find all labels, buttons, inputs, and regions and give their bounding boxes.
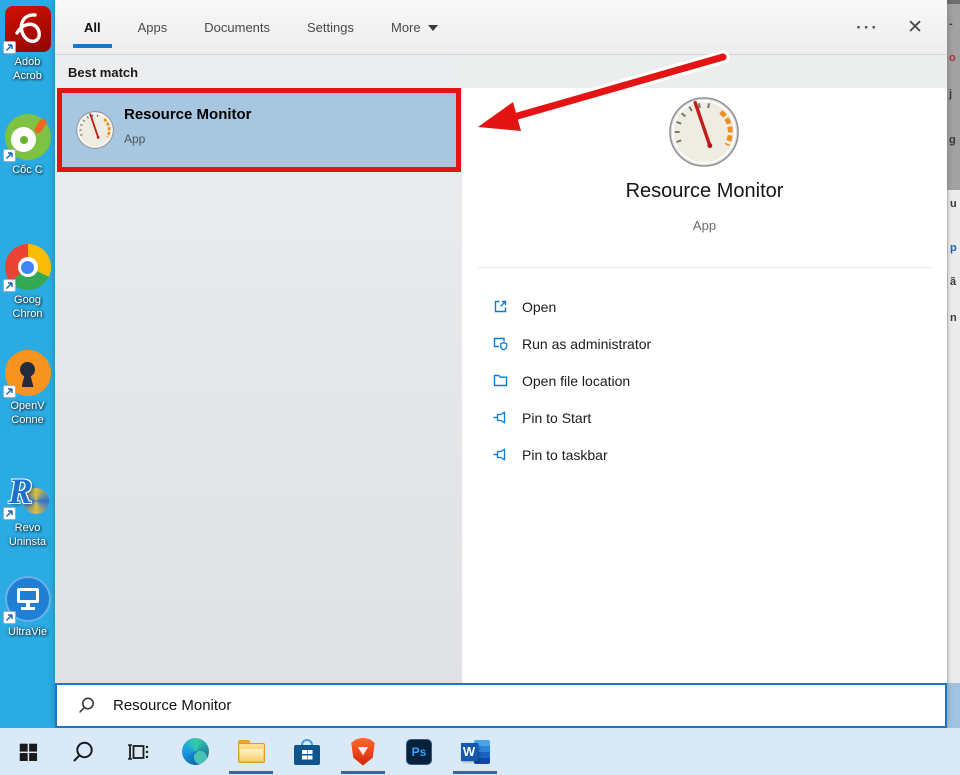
results-list: Best match Resource Monitor App bbox=[55, 55, 462, 683]
tab-all[interactable]: All bbox=[73, 14, 112, 48]
photoshop-icon: Ps bbox=[406, 738, 432, 765]
taskbar: Ps W bbox=[0, 728, 960, 775]
taskbar-item-file-explorer[interactable] bbox=[227, 728, 275, 775]
shortcut-arrow-icon bbox=[2, 279, 16, 292]
desktop-icon-coc-coc[interactable]: Cốc C bbox=[0, 114, 55, 177]
taskbar-item-microsoft-store[interactable] bbox=[283, 728, 331, 775]
desktop-icon-ultraviewer[interactable]: UltraVie bbox=[0, 576, 55, 639]
tab-more[interactable]: More bbox=[389, 14, 440, 41]
desktop-label: Revo bbox=[14, 522, 41, 534]
shortcut-arrow-icon bbox=[2, 41, 16, 54]
desktop-icon-google-chrome[interactable]: Goog Chron bbox=[0, 244, 55, 321]
background-window-strip: - o j g u p ã n bbox=[947, 0, 960, 775]
windows-logo-icon bbox=[19, 743, 37, 761]
search-input[interactable] bbox=[113, 697, 813, 714]
desktop-label: UltraVie bbox=[8, 626, 47, 638]
desktop-label: Adob bbox=[14, 56, 41, 68]
preview-title: Resource Monitor bbox=[625, 180, 784, 202]
desktop-label: Conne bbox=[11, 414, 44, 426]
task-view-button[interactable] bbox=[114, 728, 162, 775]
edge-icon bbox=[181, 738, 209, 765]
search-box[interactable] bbox=[55, 683, 947, 728]
divider bbox=[478, 267, 931, 268]
tab-apps[interactable]: Apps bbox=[136, 14, 170, 41]
close-button[interactable]: ✕ bbox=[907, 16, 923, 39]
search-icon bbox=[79, 697, 94, 713]
action-open-file-location[interactable]: Open file location bbox=[462, 362, 947, 399]
taskbar-item-word[interactable]: W bbox=[451, 728, 499, 775]
more-options-button[interactable]: ··· bbox=[856, 18, 879, 38]
shortcut-arrow-icon bbox=[2, 385, 16, 398]
best-match-label: Best match bbox=[68, 65, 139, 80]
best-match-subtitle: App bbox=[124, 132, 146, 146]
task-view-icon bbox=[128, 743, 149, 760]
desktop-icon-adobe-acrobat[interactable]: Adob Acrob bbox=[0, 6, 55, 83]
microsoft-store-icon bbox=[294, 738, 320, 765]
search-icon bbox=[73, 741, 93, 761]
open-icon bbox=[494, 300, 507, 313]
file-explorer-icon bbox=[237, 739, 265, 764]
search-flyout-panel: All Apps Documents Settings More ··· ✕ B… bbox=[55, 0, 947, 728]
taskbar-item-photoshop[interactable]: Ps bbox=[395, 728, 443, 775]
chevron-down-icon bbox=[427, 25, 438, 32]
pin-icon bbox=[493, 448, 506, 461]
desktop-icon-openvpn-connect[interactable]: OpenV Conne bbox=[0, 350, 55, 427]
preview-subtitle: App bbox=[692, 218, 717, 233]
desktop-label: Goog bbox=[14, 294, 41, 306]
shortcut-arrow-icon bbox=[2, 149, 16, 162]
taskbar-search-button[interactable] bbox=[59, 728, 107, 775]
resource-monitor-gauge-icon bbox=[667, 95, 741, 169]
desktop-label: Acrob bbox=[13, 70, 42, 82]
shortcut-arrow-icon bbox=[2, 611, 16, 624]
active-tab-underline bbox=[73, 43, 112, 48]
best-match-item[interactable]: Resource Monitor App bbox=[57, 88, 461, 172]
desktop-icon-revo-uninstaller[interactable]: R Revo Uninsta bbox=[0, 471, 55, 549]
best-match-title: Resource Monitor bbox=[124, 106, 252, 123]
action-open[interactable]: Open bbox=[462, 288, 947, 325]
screen: Adob Acrob Cốc C Goog Chron OpenV Conne … bbox=[0, 0, 960, 775]
resource-monitor-gauge-icon bbox=[75, 110, 115, 150]
action-pin-to-start[interactable]: Pin to Start bbox=[462, 399, 947, 436]
brave-icon bbox=[351, 737, 375, 766]
shortcut-arrow-icon bbox=[2, 507, 16, 520]
tab-documents[interactable]: Documents bbox=[202, 14, 272, 41]
taskbar-item-edge[interactable] bbox=[171, 728, 219, 775]
pin-icon bbox=[493, 411, 506, 424]
taskbar-item-brave[interactable] bbox=[339, 728, 387, 775]
preview-pane: Resource Monitor App Open Run as adminis… bbox=[462, 88, 947, 683]
action-pin-to-taskbar[interactable]: Pin to taskbar bbox=[462, 436, 947, 473]
desktop-label: Cốc C bbox=[12, 164, 43, 176]
admin-shield-icon bbox=[493, 337, 508, 351]
start-button[interactable] bbox=[4, 728, 52, 775]
desktop-label: Chron bbox=[12, 308, 43, 320]
desktop-label: Uninsta bbox=[8, 536, 47, 548]
action-run-as-administrator[interactable]: Run as administrator bbox=[462, 325, 947, 362]
word-icon: W bbox=[460, 739, 490, 765]
file-location-icon bbox=[493, 374, 508, 387]
desktop-label: OpenV bbox=[10, 400, 45, 412]
search-filter-tabs: All Apps Documents Settings More ··· ✕ bbox=[55, 0, 947, 55]
tab-settings[interactable]: Settings bbox=[305, 14, 356, 41]
